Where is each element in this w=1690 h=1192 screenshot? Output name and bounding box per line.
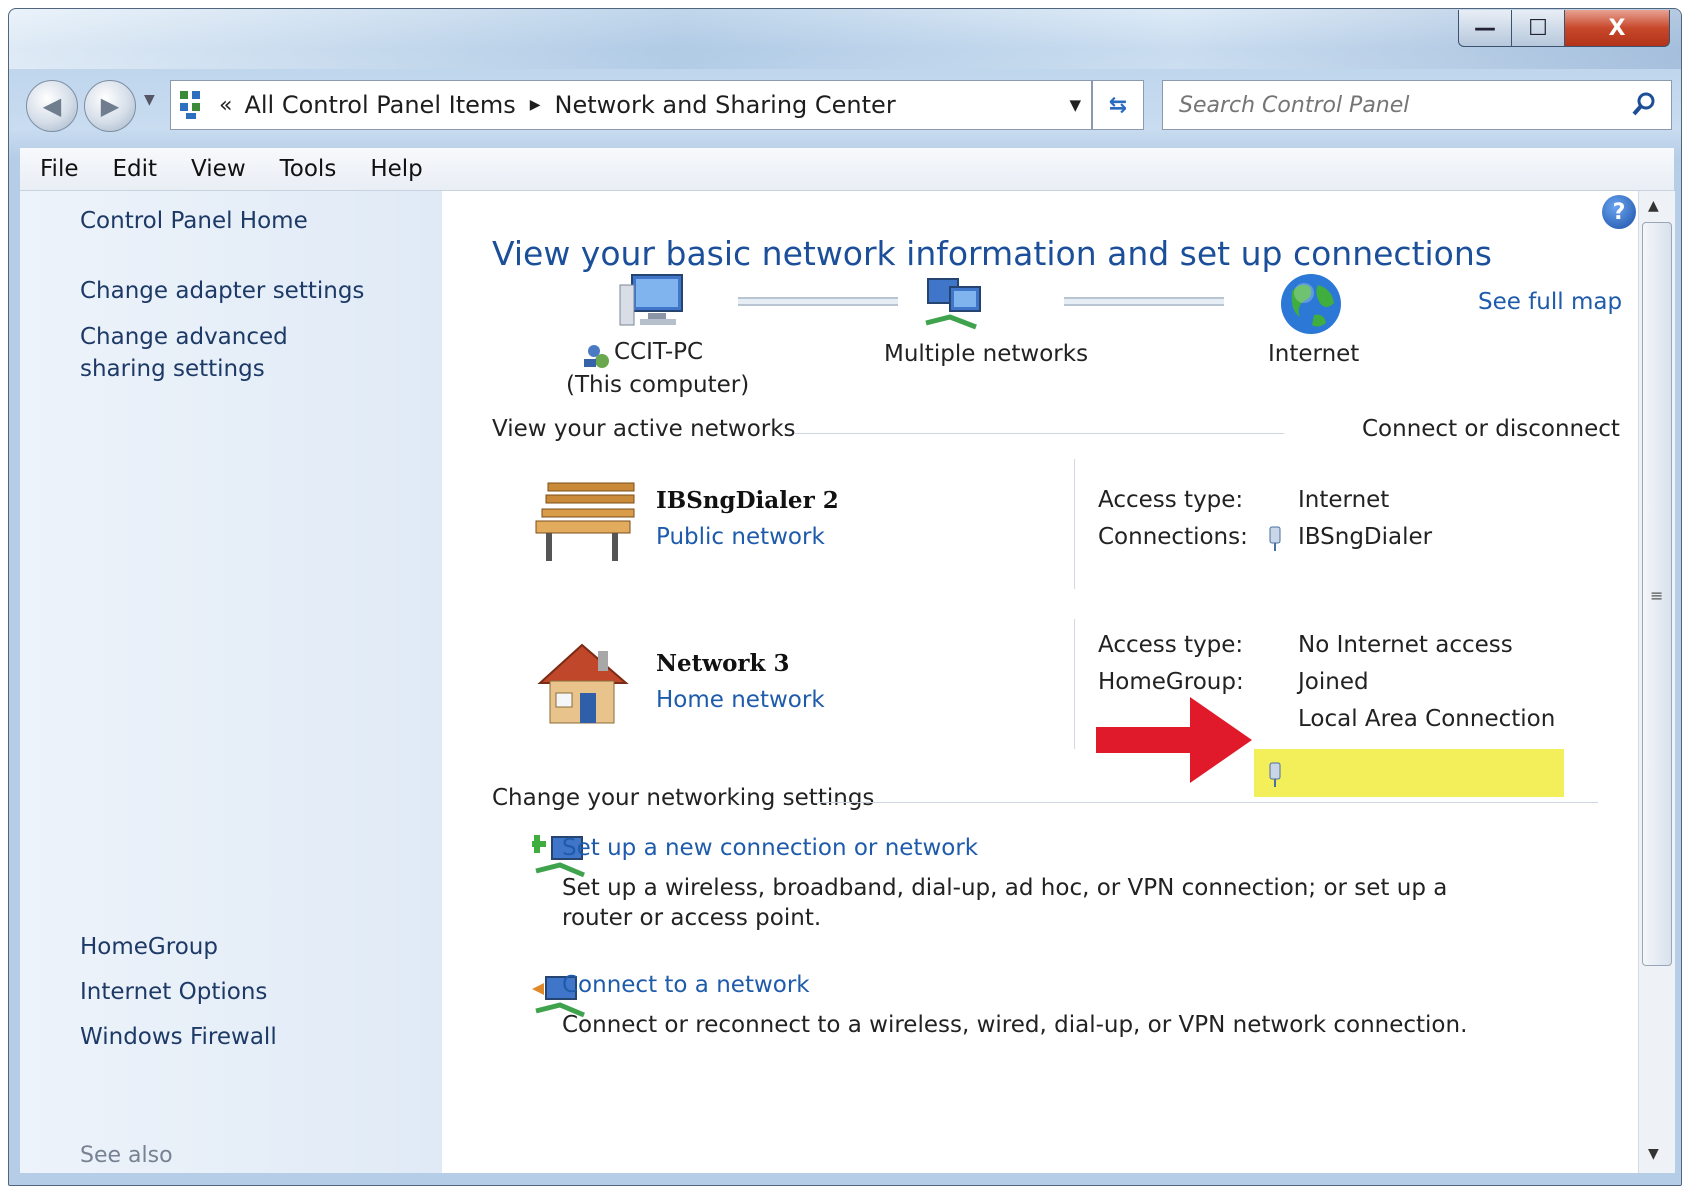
forward-button[interactable]: ▶: [84, 80, 136, 132]
networking-settings-heading: Change your networking settings: [492, 785, 875, 811]
access-type-value: Internet: [1298, 487, 1390, 513]
menu-edit[interactable]: Edit: [113, 156, 158, 182]
control-panel-icon: [180, 91, 200, 119]
sidebar-link-change-adapter-settings[interactable]: Change adapter settings: [80, 275, 364, 307]
connection-icon: [1269, 526, 1281, 551]
recent-pages-dropdown[interactable]: ▼: [144, 92, 155, 108]
back-button[interactable]: ◀: [26, 80, 78, 132]
address-bar[interactable]: « All Control Panel Items ▶ Network and …: [170, 80, 1092, 130]
address-dropdown-icon[interactable]: ▼: [1069, 96, 1081, 114]
menu-view[interactable]: View: [191, 156, 246, 182]
scroll-grip-icon: ≡: [1650, 586, 1664, 605]
search-input[interactable]: [1177, 91, 1601, 119]
multiple-networks-label: Multiple networks: [884, 341, 1089, 367]
connection-icon: [1269, 762, 1281, 787]
access-type-label: Access type:: [1098, 487, 1244, 513]
minimize-icon: —: [1474, 15, 1496, 41]
scroll-up-icon[interactable]: ▲: [1648, 198, 1659, 214]
connect-to-network-link[interactable]: Connect to a network: [562, 972, 810, 998]
see-also-heading: See also: [80, 1143, 173, 1168]
menu-bar: File Edit View Tools Help: [20, 148, 1674, 191]
access-type-value: No Internet access: [1298, 632, 1513, 658]
computer-icon[interactable]: [618, 271, 688, 333]
network-name: Network 3: [656, 650, 790, 677]
user-computer-icon: [584, 345, 609, 368]
close-icon: X: [1608, 15, 1626, 41]
menu-file[interactable]: File: [40, 156, 79, 182]
breadcrumb-separator-icon[interactable]: ▶: [530, 97, 541, 113]
network-type-link[interactable]: Public network: [656, 524, 825, 550]
menu-tools[interactable]: Tools: [280, 156, 337, 182]
homegroup-joined-link[interactable]: Joined: [1298, 669, 1369, 695]
refresh-icon: ⇆: [1108, 92, 1128, 118]
homegroup-label: HomeGroup:: [1098, 669, 1244, 695]
page-title: View your basic network information and …: [492, 234, 1492, 273]
house-icon: [537, 643, 629, 724]
back-arrow-icon: ◀: [42, 92, 62, 120]
breadcrumb-all-control-panel-items[interactable]: All Control Panel Items: [244, 91, 515, 119]
sidebar-link-windows-firewall[interactable]: Windows Firewall: [80, 1021, 277, 1053]
network-name: IBSngDialer 2: [656, 487, 839, 514]
sidebar-link-change-advanced-sharing[interactable]: Change advanced sharing settings: [80, 321, 380, 385]
menu-help[interactable]: Help: [370, 156, 422, 182]
maximize-button[interactable]: ☐: [1511, 10, 1565, 47]
see-full-map-link[interactable]: See full map: [1478, 289, 1622, 315]
scroll-down-icon[interactable]: ▼: [1648, 1146, 1659, 1162]
connect-to-network-desc: Connect or reconnect to a wireless, wire…: [562, 1012, 1468, 1038]
local-area-connection-link[interactable]: Local Area Connection: [1298, 706, 1555, 732]
park-bench-icon: [535, 482, 635, 561]
main-content: ? View your basic network information an…: [442, 191, 1638, 1173]
highlight-box: [1254, 749, 1564, 797]
sidebar-link-control-panel-home[interactable]: Control Panel Home: [80, 205, 308, 237]
sidebar-link-homegroup[interactable]: HomeGroup: [80, 931, 218, 963]
computer-name: CCIT-PC: [614, 339, 704, 365]
refresh-button[interactable]: ⇆: [1092, 80, 1144, 130]
forward-arrow-icon: ▶: [100, 92, 120, 120]
breadcrumb-network-and-sharing-center[interactable]: Network and Sharing Center: [555, 91, 896, 119]
breadcrumb-overflow[interactable]: «: [219, 93, 232, 118]
setup-new-connection-desc: Set up a wireless, broadband, dial-up, a…: [562, 875, 1448, 931]
search-icon[interactable]: [1631, 91, 1657, 117]
search-box[interactable]: [1162, 80, 1672, 130]
connection-link[interactable]: IBSngDialer: [1298, 524, 1432, 550]
help-icon[interactable]: ?: [1602, 195, 1636, 229]
setup-new-connection-link[interactable]: Set up a new connection or network: [562, 835, 978, 861]
minimize-button[interactable]: —: [1458, 10, 1512, 47]
network-type-link[interactable]: Home network: [656, 687, 825, 713]
connections-label: Connections:: [1098, 524, 1248, 550]
access-type-label: Access type:: [1098, 632, 1244, 658]
multiple-networks-icon[interactable]: [920, 273, 990, 335]
internet-label: Internet: [1268, 341, 1360, 367]
internet-globe-icon[interactable]: [1278, 271, 1344, 337]
maximize-icon: ☐: [1528, 15, 1548, 41]
active-networks-heading: View your active networks: [492, 416, 796, 442]
close-button[interactable]: X: [1564, 10, 1670, 47]
computer-subtitle: (This computer): [566, 372, 750, 398]
sidebar-link-internet-options[interactable]: Internet Options: [80, 976, 267, 1008]
red-arrow-annotation: [1096, 697, 1252, 783]
connect-or-disconnect-link[interactable]: Connect or disconnect: [1362, 416, 1620, 442]
sidebar: Control Panel Home Change adapter settin…: [20, 191, 442, 1173]
